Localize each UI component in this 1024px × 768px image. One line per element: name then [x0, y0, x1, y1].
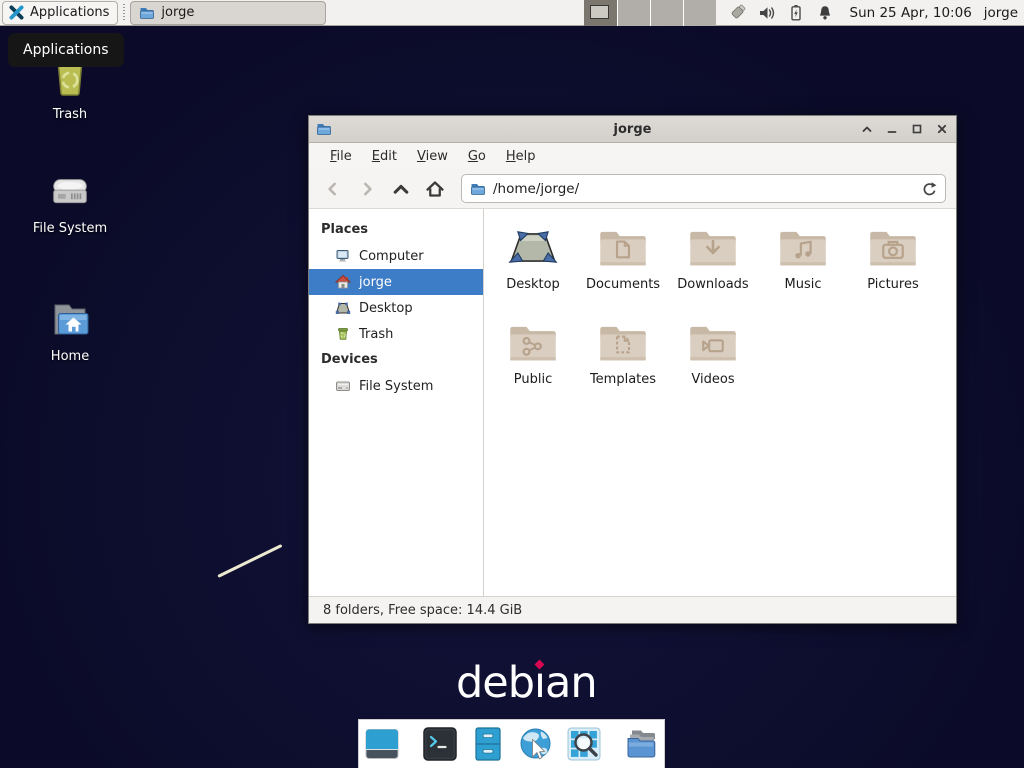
desktop-icon-filesystem[interactable]: File System	[15, 170, 125, 236]
notifications-bell-icon[interactable]	[816, 4, 834, 22]
menu-go[interactable]: Go	[459, 146, 495, 167]
dock	[358, 719, 665, 768]
minimize-button[interactable]	[884, 121, 900, 137]
menu-help[interactable]: Help	[497, 146, 545, 167]
sidebar: Places Computer jorge Desktop Trash Devi…	[309, 209, 484, 596]
window-content: Places Computer jorge Desktop Trash Devi…	[309, 209, 956, 596]
drive-icon	[335, 378, 351, 394]
file-cabinet-icon[interactable]	[469, 725, 507, 763]
sidebar-header-devices: Devices	[309, 347, 483, 373]
up-button[interactable]	[387, 175, 415, 203]
file-item-templates[interactable]: Templates	[578, 312, 668, 407]
desktop-icon-home[interactable]: Home	[15, 296, 125, 364]
titlebar[interactable]: jorge	[309, 116, 956, 143]
file-grid: Desktop Documents Downloads Music Pictur…	[484, 209, 956, 407]
workspace-4[interactable]	[683, 0, 716, 26]
debian-logo-text: an	[545, 658, 597, 708]
taskbar-window-button[interactable]: jorge	[130, 1, 326, 25]
menubar: File Edit View Go Help	[309, 143, 956, 169]
maximize-button[interactable]	[909, 121, 925, 137]
debian-logo-text: deb	[456, 658, 534, 708]
documents-folder-icon	[597, 225, 649, 269]
home-icon	[335, 274, 351, 290]
menu-file[interactable]: File	[321, 146, 361, 167]
pictures-folder-icon	[867, 225, 919, 269]
xfce-logo-icon	[8, 4, 25, 21]
videos-folder-icon	[687, 320, 739, 364]
top-panel: Applications jorge Sun 25 Apr, 10:06 jor…	[0, 0, 1024, 26]
workspace-2[interactable]	[617, 0, 650, 26]
applications-tooltip: Applications	[8, 33, 124, 67]
show-desktop-icon[interactable]	[363, 725, 401, 763]
sidebar-item-desktop[interactable]: Desktop	[309, 295, 483, 321]
sidebar-item-computer[interactable]: Computer	[309, 243, 483, 269]
sidebar-item-jorge[interactable]: jorge	[309, 269, 483, 295]
location-bar[interactable]: /home/jorge/	[461, 174, 946, 203]
debian-wallpaper-logo: debıan	[456, 660, 597, 707]
directory-menu-icon[interactable]	[623, 725, 661, 763]
location-path[interactable]: /home/jorge/	[493, 181, 914, 197]
forward-button[interactable]	[353, 175, 381, 203]
file-pane[interactable]: Desktop Documents Downloads Music Pictur…	[484, 209, 956, 596]
desktop-icon-label: File System	[15, 221, 125, 236]
window-controls	[859, 121, 950, 137]
sidebar-item-filesystem[interactable]: File System	[309, 373, 483, 399]
file-item-downloads[interactable]: Downloads	[668, 217, 758, 312]
panel-right-cluster: Sun 25 Apr, 10:06 jorge	[584, 0, 1024, 26]
computer-icon	[335, 248, 351, 264]
location-folder-icon	[470, 181, 486, 197]
desktop-line-artifact	[217, 544, 282, 578]
username-label[interactable]: jorge	[984, 5, 1020, 21]
home-button[interactable]	[421, 175, 449, 203]
battery-charging-icon[interactable]	[787, 4, 805, 22]
hard-drive-icon	[45, 170, 95, 216]
file-item-videos[interactable]: Videos	[668, 312, 758, 407]
trash-icon	[335, 326, 351, 342]
shade-button[interactable]	[859, 121, 875, 137]
file-manager-window: jorge File Edit View Go Help /home/jorge…	[308, 115, 957, 624]
workspace-switcher	[584, 0, 716, 26]
system-tray	[728, 3, 834, 22]
workspace-3[interactable]	[650, 0, 683, 26]
desktop-icon-label: Trash	[15, 107, 125, 122]
file-item-public[interactable]: Public	[488, 312, 578, 407]
workspace-window-thumb	[590, 5, 609, 19]
clock[interactable]: Sun 25 Apr, 10:06	[850, 5, 972, 21]
file-item-music[interactable]: Music	[758, 217, 848, 312]
file-item-documents[interactable]: Documents	[578, 217, 668, 312]
sidebar-header-places: Places	[309, 217, 483, 243]
file-item-desktop[interactable]: Desktop	[488, 217, 578, 312]
close-button[interactable]	[934, 121, 950, 137]
menu-view[interactable]: View	[408, 146, 457, 167]
desktop-pad-icon	[507, 225, 559, 269]
statusbar: 8 folders, Free space: 14.4 GiB	[309, 596, 956, 623]
music-folder-icon	[777, 225, 829, 269]
workspace-1[interactable]	[584, 0, 617, 26]
application-finder-icon[interactable]	[565, 725, 603, 763]
window-folder-icon	[315, 121, 333, 137]
desktop-icon-label: Home	[15, 349, 125, 364]
downloads-folder-icon	[687, 225, 739, 269]
templates-folder-icon	[597, 320, 649, 364]
status-text: 8 folders, Free space: 14.4 GiB	[323, 603, 522, 618]
removable-device-icon[interactable]	[728, 3, 747, 22]
applications-menu-button[interactable]: Applications	[2, 1, 118, 25]
toolbar: /home/jorge/	[309, 169, 956, 209]
menu-edit[interactable]: Edit	[363, 146, 406, 167]
desktop-icon	[335, 300, 351, 316]
sidebar-item-trash[interactable]: Trash	[309, 321, 483, 347]
debian-logo-i: ı	[534, 658, 545, 708]
public-folder-icon	[507, 320, 559, 364]
web-browser-icon[interactable]	[517, 725, 555, 763]
taskbar-window-label: jorge	[161, 5, 194, 20]
back-button[interactable]	[319, 175, 347, 203]
applications-menu-label: Applications	[30, 5, 109, 20]
window-folder-icon	[139, 5, 155, 21]
terminal-icon[interactable]	[421, 725, 459, 763]
volume-icon[interactable]	[758, 4, 776, 22]
file-item-pictures[interactable]: Pictures	[848, 217, 938, 312]
home-folder-icon	[45, 296, 95, 344]
reload-button[interactable]	[921, 181, 937, 197]
panel-handle[interactable]	[121, 4, 127, 22]
